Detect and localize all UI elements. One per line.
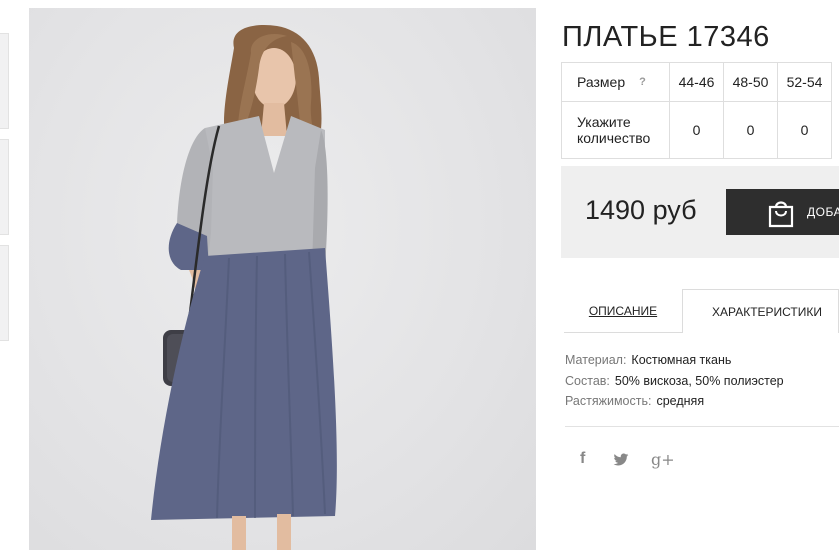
product-title: ПЛАТЬЕ 17346 xyxy=(562,21,770,54)
characteristic-value: средняя xyxy=(656,394,705,408)
size-label-cell: Размер ? xyxy=(561,62,670,102)
size-help-icon[interactable]: ? xyxy=(639,76,646,88)
size-option: 48-50 xyxy=(723,62,778,102)
size-option: 44-46 xyxy=(669,62,724,102)
quantity-input[interactable]: 0 xyxy=(777,101,832,159)
characteristic-key: Материал: xyxy=(565,353,627,367)
characteristic-row: Материал: Костюмная ткань xyxy=(565,350,784,371)
size-table: Размер ? 44-46 48-50 52-54 Укажите колич… xyxy=(561,62,832,159)
characteristic-value: Костюмная ткань xyxy=(631,353,732,367)
model-illustration xyxy=(151,25,337,550)
add-to-cart-button[interactable]: ДОБА xyxy=(726,189,839,235)
shopping-bag-icon xyxy=(767,198,795,233)
size-label: Размер xyxy=(577,74,626,90)
characteristic-value: 50% вискоза, 50% полиэстер xyxy=(614,373,784,388)
product-photo[interactable] xyxy=(29,8,536,550)
gallery-thumbnail-3[interactable] xyxy=(0,245,9,341)
quantity-input[interactable]: 0 xyxy=(723,101,778,159)
quantity-label: Укажите количество xyxy=(577,114,651,146)
characteristic-row: Растяжимость: средняя xyxy=(565,391,784,412)
facebook-icon[interactable]: f xyxy=(580,450,585,468)
quantity-input[interactable]: 0 xyxy=(669,101,724,159)
characteristic-key: Состав: xyxy=(565,373,610,388)
characteristic-key: Растяжимость: xyxy=(565,394,652,408)
size-option: 52-54 xyxy=(777,62,832,102)
gallery-thumbnail-2[interactable] xyxy=(0,139,9,235)
price-block: 1490 руб ДОБА xyxy=(561,166,839,258)
tab-characteristics[interactable]: ХАРАКТЕРИСТИКИ xyxy=(682,289,839,333)
twitter-icon[interactable] xyxy=(613,452,629,471)
characteristics-list: Материал: Костюмная ткань Состав: 50% виск… xyxy=(565,350,784,412)
tab-description[interactable]: ОПИСАНИЕ xyxy=(564,289,682,333)
divider xyxy=(565,426,839,427)
quantity-label-cell: Укажите количество xyxy=(561,101,670,159)
product-tabs: ОПИСАНИЕ ХАРАКТЕРИСТИКИ xyxy=(564,289,839,333)
add-to-cart-label: ДОБА xyxy=(807,205,839,219)
characteristic-row: Состав: 50% вискоза, 50% полиэстер xyxy=(565,371,784,392)
googleplus-icon[interactable]: g+ xyxy=(651,450,675,469)
gallery-thumbnail-1[interactable] xyxy=(0,33,9,129)
product-price: 1490 руб xyxy=(585,195,697,225)
